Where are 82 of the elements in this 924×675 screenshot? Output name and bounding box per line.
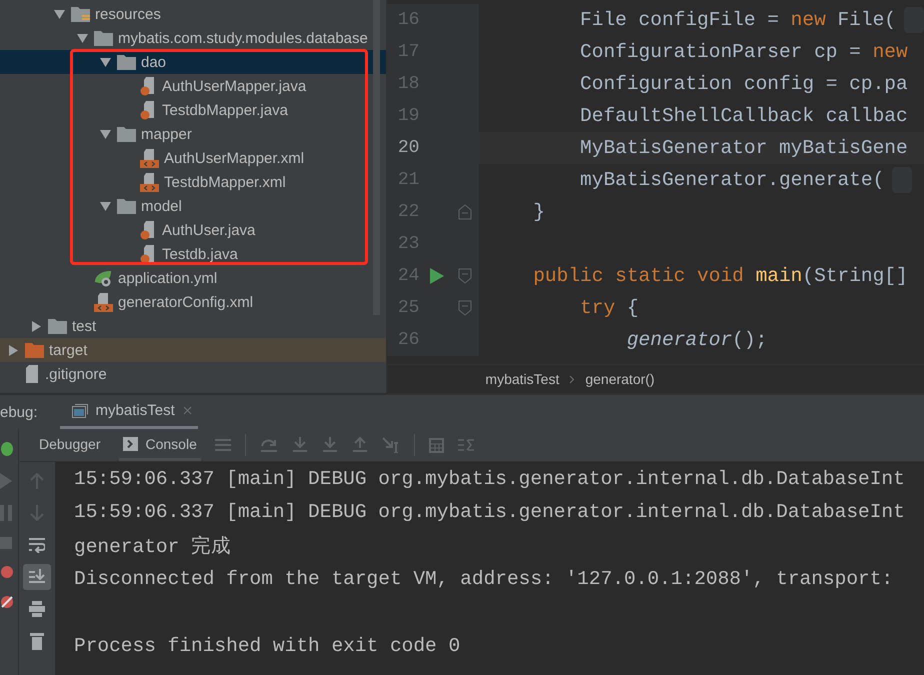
folder-icon	[117, 198, 136, 214]
code-line: generator();	[626, 329, 768, 351]
run-to-cursor-icon[interactable]	[382, 437, 400, 453]
folder-icon	[117, 126, 136, 142]
tree-item[interactable]: AuthUser.java	[0, 218, 386, 242]
code-line: Configuration config = cp.pa	[579, 73, 908, 95]
tree-item[interactable]: resources	[0, 2, 386, 26]
console-line: 15:59:06.337 [main] DEBUG org.mybatis.generator.internal.db.DatabaseInt	[74, 501, 905, 524]
tree-item[interactable]: test	[0, 314, 386, 338]
resume-icon[interactable]	[0, 473, 12, 489]
console-line: generator 完成	[74, 534, 232, 560]
folder-icon	[94, 30, 113, 46]
folder-icon	[48, 318, 67, 334]
expand-arrow-icon[interactable]	[100, 58, 110, 66]
panel-tab[interactable]: Debugger	[35, 429, 104, 461]
xml-file-icon	[140, 172, 159, 192]
window-icon	[72, 404, 88, 418]
console-line: Process finished with exit code 0	[74, 635, 460, 658]
console-line: 15:59:06.337 [main] DEBUG org.mybatis.generator.internal.db.DatabaseInt	[74, 468, 905, 490]
trace-icon[interactable]	[458, 438, 474, 452]
pause-icon[interactable]	[0, 505, 12, 521]
expand-arrow-icon[interactable]	[100, 130, 110, 138]
code-line: public static void main(String[]	[532, 265, 908, 287]
tree-item[interactable]: dao	[0, 50, 386, 74]
session-tab[interactable]: mybatisTest	[60, 395, 198, 429]
tree-item[interactable]: AuthUserMapper.xml	[0, 146, 386, 170]
tree-item[interactable]: Testdb.java	[0, 242, 386, 266]
fold-icon[interactable]	[458, 268, 472, 284]
spring-config-icon	[94, 270, 113, 286]
chevron-icon	[569, 374, 576, 384]
run-icon[interactable]	[430, 268, 444, 284]
folder-icon	[117, 54, 136, 70]
breadcrumb[interactable]: generator()	[585, 371, 655, 387]
force-step-into-icon[interactable]	[322, 437, 338, 453]
console-line: Disconnected from the target VM, address: '127.0.0.1:2088', transport:	[74, 568, 894, 590]
java-file-icon	[140, 100, 157, 120]
java-file-icon	[140, 220, 157, 240]
breakpoints-icon[interactable]	[0, 565, 14, 579]
menu-icon[interactable]	[214, 438, 231, 452]
scroll-to-end-icon[interactable]	[23, 564, 51, 590]
java-file-icon	[140, 76, 157, 96]
code-line: try {	[579, 297, 639, 319]
tree-item[interactable]: generatorConfig.xml	[0, 290, 386, 314]
tree-item[interactable]: mapper	[0, 122, 386, 146]
code-line: File configFile = new File(	[579, 9, 896, 31]
step-over-icon[interactable]	[260, 437, 278, 453]
step-out-icon[interactable]	[352, 437, 368, 453]
expand-arrow-icon[interactable]	[54, 10, 64, 18]
code-line: DefaultShellCallback callbac	[579, 105, 908, 127]
folder-icon	[25, 342, 44, 358]
code-line: ConfigurationParser cp = new	[579, 41, 908, 63]
line-number: 20	[396, 138, 420, 158]
breadcrumb[interactable]: mybatisTest	[485, 371, 560, 387]
file-icon	[25, 365, 40, 383]
collapse-arrow-icon[interactable]	[8, 344, 18, 356]
tree-item[interactable]: TestdbMapper.java	[0, 98, 386, 122]
panel-title: ebug:	[0, 404, 38, 420]
console-icon	[122, 436, 138, 450]
xml-file-icon	[94, 292, 113, 312]
fold-icon[interactable]	[458, 204, 472, 220]
expand-arrow-icon[interactable]	[100, 202, 110, 210]
code-line: myBatisGenerator.generate(	[579, 169, 884, 191]
scrollbar[interactable]	[373, 0, 380, 315]
close-icon[interactable]	[182, 406, 192, 415]
java-file-icon	[140, 244, 157, 264]
step-into-icon[interactable]	[292, 437, 308, 453]
tree-item[interactable]: .gitignore	[0, 362, 386, 386]
tree-item[interactable]: AuthUserMapper.java	[0, 74, 386, 98]
code-line: MyBatisGenerator myBatisGene	[579, 137, 908, 159]
folder-icon	[71, 6, 90, 22]
fold-icon[interactable]	[458, 300, 472, 316]
tree-item[interactable]: application.yml	[0, 266, 386, 290]
tree-item[interactable]: model	[0, 194, 386, 218]
xml-file-icon	[140, 148, 159, 168]
mute-breakpoints-icon[interactable]	[0, 595, 14, 609]
code-line: }	[532, 201, 545, 223]
collapse-arrow-icon[interactable]	[32, 320, 40, 332]
tree-item[interactable]: target	[0, 338, 386, 362]
tree-item[interactable]: mybatis.com.study.modules.database	[0, 26, 386, 50]
tree-item[interactable]: TestdbMapper.xml	[0, 170, 386, 194]
calculator-icon[interactable]	[428, 438, 444, 452]
expand-arrow-icon[interactable]	[76, 34, 88, 42]
